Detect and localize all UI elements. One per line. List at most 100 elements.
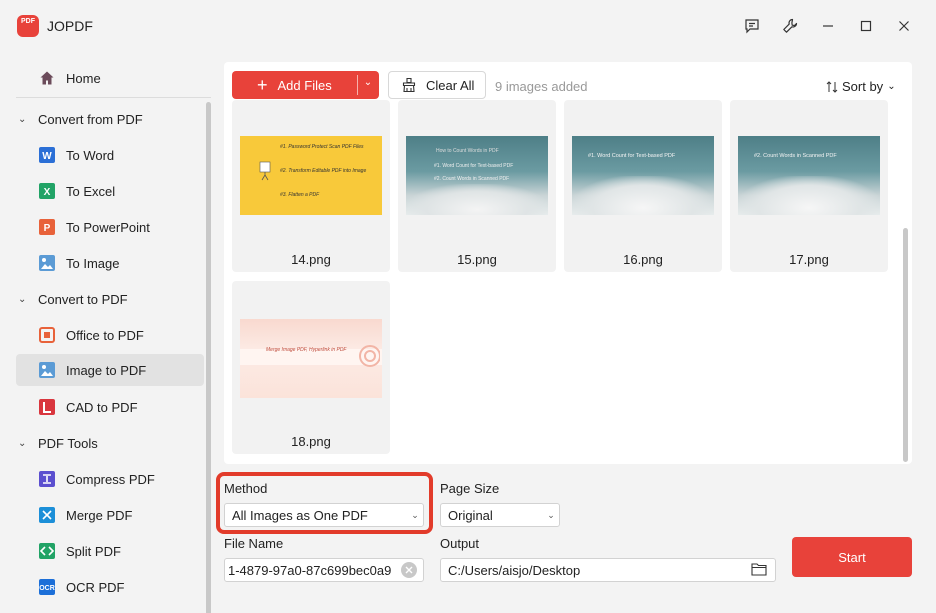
output-path-value: C:/Users/aisjo/Desktop [448,562,581,578]
sidebar-item-office-to-pdf[interactable]: Office to PDF [16,319,204,351]
excel-icon: X [38,182,56,200]
file-card[interactable]: How to Count Words in PDF #1. Word Count… [398,100,556,272]
file-thumbnail: #1. Password Protect Scan PDF Files #2. … [240,136,382,215]
sidebar-item-split-pdf[interactable]: Split PDF [16,535,204,567]
cad-icon [38,398,56,416]
thumbnail-text: #2. Count Words in Scanned PDF [434,176,510,182]
close-icon[interactable] [892,14,916,38]
sidebar-item-label: Home [66,70,101,86]
broom-icon [401,77,417,93]
group-convert-from-pdf[interactable]: ⌄ Convert from PDF [16,105,204,133]
sidebar-item-label: Compress PDF [66,471,155,487]
clear-all-button[interactable]: Clear All [388,71,486,99]
sidebar-item-label: To Excel [66,183,116,199]
file-name: 16.png [623,252,663,267]
split-icon [38,542,56,560]
settings-wrench-icon[interactable] [778,14,802,38]
group-pdf-tools[interactable]: ⌄ PDF Tools [16,429,204,457]
sidebar-item-ocr-pdf[interactable]: OCR OCR PDF [16,571,204,603]
sidebar-item-to-powerpoint[interactable]: P To PowerPoint [16,211,204,243]
image-icon [38,254,56,272]
file-card[interactable]: #2. Count Words in Scanned PDF 17.png [730,100,888,272]
file-card[interactable]: #1. Password Protect Scan PDF Files #2. … [232,100,390,272]
file-thumbnail: Merge Image PDF, Hyperlink in PDF [240,319,382,398]
chevron-down-icon: ⌄ [547,509,555,520]
app-window: PDF JOPDF Home ⌄ Convert from PDF W To W… [0,0,936,613]
file-name-input[interactable]: 1-4879-97a0-87c699bec0a9 [224,558,424,582]
plus-icon: + [257,75,268,95]
file-name: 15.png [457,252,497,267]
thumbnail-text: #1. Word Count for Text-based PDF [434,163,514,169]
output-label: Output [440,536,480,551]
folder-icon[interactable] [751,562,767,579]
sidebar-item-home[interactable]: Home [16,62,204,94]
title-bar: PDF JOPDF [0,0,936,52]
thumbnail-text: #2. Transform Editable PDF into Image [280,168,367,174]
add-files-label: Add Files [277,77,332,93]
word-icon: W [38,146,56,164]
app-title: JOPDF [47,18,93,34]
image-count: 9 images added [495,79,588,94]
sidebar-item-to-image[interactable]: To Image [16,247,204,279]
cloud-graphic [738,176,880,215]
chevron-down-icon: ⌄ [18,293,27,305]
file-card[interactable]: #1. Word Count for Text-based PDF 16.png [564,100,722,272]
sidebar-item-label: Office to PDF [66,327,144,343]
sidebar-item-cad-to-pdf[interactable]: CAD to PDF [16,391,204,423]
group-label: Convert to PDF [38,291,128,307]
output-path-input[interactable]: C:/Users/aisjo/Desktop [440,558,776,582]
svg-text:P: P [44,223,51,234]
group-label: Convert from PDF [38,111,143,127]
maximize-icon[interactable] [854,14,878,38]
sidebar-item-image-to-pdf[interactable]: Image to PDF [16,354,204,386]
image-icon [38,361,56,379]
sidebar-item-to-excel[interactable]: X To Excel [16,175,204,207]
sidebar-item-label: To PowerPoint [66,219,150,235]
svg-text:W: W [42,151,52,162]
sidebar-item-merge-pdf[interactable]: Merge PDF [16,499,204,531]
sidebar-item-to-word[interactable]: W To Word [16,139,204,171]
cursor-illustration-icon [259,161,271,181]
office-icon [38,326,56,344]
cloud-graphic [572,176,714,215]
highlight-annotation [216,472,433,534]
start-button[interactable]: Start [792,537,912,577]
file-thumbnail: #2. Count Words in Scanned PDF [738,136,880,215]
group-convert-to-pdf[interactable]: ⌄ Convert to PDF [16,285,204,313]
thumbnail-text: #1. Password Protect Scan PDF Files [280,144,364,150]
sidebar-item-label: CAD to PDF [66,399,138,415]
file-name: 18.png [291,434,331,449]
sidebar-item-label: To Image [66,255,120,271]
thumbnail-text: Merge Image PDF, Hyperlink in PDF [266,347,347,353]
sidebar-item-compress-pdf[interactable]: Compress PDF [16,463,204,495]
sort-by-button[interactable]: Sort by ⌄ [826,79,896,94]
sidebar-item-label: Image to PDF [66,362,147,378]
thumbnail-text: How to Count Words in PDF [436,148,499,154]
ocr-icon: OCR [38,578,56,596]
file-list-scrollbar[interactable] [903,228,908,462]
feedback-icon[interactable] [740,14,764,38]
sidebar-item-label: Merge PDF [66,507,133,523]
cloud-graphic [406,184,548,215]
svg-text:OCR: OCR [39,585,55,592]
home-icon [38,69,56,87]
compress-icon [38,470,56,488]
file-name-label: File Name [224,536,284,551]
merge-icon [38,506,56,524]
page-size-select[interactable]: Original ⌄ [440,503,560,527]
clear-input-icon[interactable] [401,562,417,578]
file-card[interactable]: Merge Image PDF, Hyperlink in PDF 18.png [232,281,390,454]
button-divider [357,75,358,95]
svg-text:X: X [44,187,51,198]
chevron-down-icon[interactable]: ⌄ [360,77,376,88]
sidebar-scrollbar[interactable] [206,102,211,613]
swirl-decoration-icon [359,345,380,367]
add-files-button[interactable]: + Add Files ⌄ [232,71,379,99]
start-label: Start [838,549,866,565]
chevron-down-icon: ⌄ [18,113,27,125]
clear-all-label: Clear All [426,77,475,93]
sidebar-item-label: OCR PDF [66,579,125,595]
sort-by-label: Sort by [842,79,884,94]
minimize-icon[interactable] [816,14,840,38]
chevron-down-icon: ⌄ [887,81,896,92]
